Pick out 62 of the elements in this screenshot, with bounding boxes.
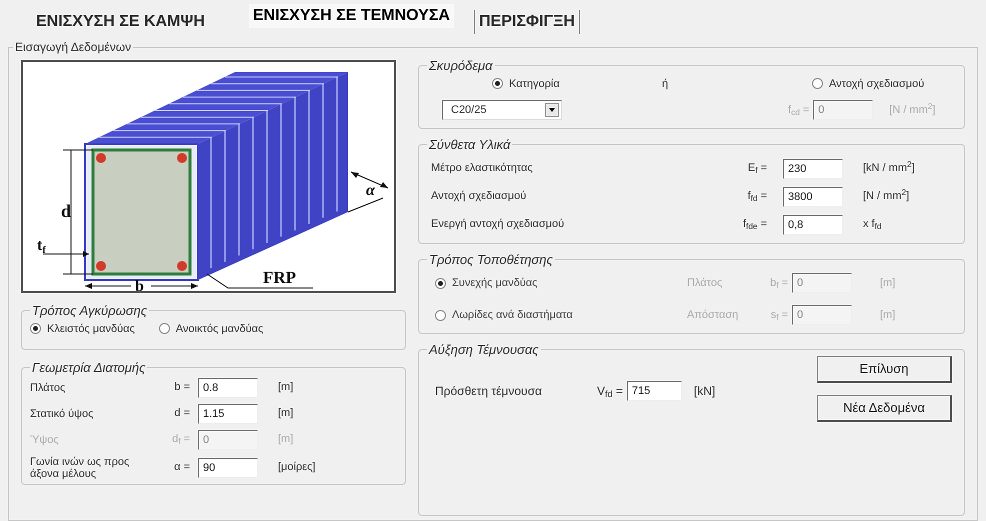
field-label: Αντοχή σχεδιασμού — [430, 189, 528, 204]
field-label: Μέτρο ελαστικότητας — [430, 161, 534, 176]
action-button[interactable]: Νέα Δεδομένα — [817, 394, 952, 422]
radio-option[interactable]: Αντοχή σχεδιασμού — [812, 76, 956, 92]
group-title: Γεωμετρία Διατομής — [31, 359, 146, 377]
group-title: Σύνθετα Υλικά — [428, 136, 512, 154]
unit-label: [kN / mm$^{2}$] — [863, 160, 915, 176]
action-button[interactable]: Επίλυση — [817, 356, 952, 382]
unit-label: [m] — [880, 308, 896, 323]
symbol-label: b$_{f}$ = — [769, 276, 788, 292]
group-title: Αύξηση Τέμνουσας — [428, 341, 540, 359]
thickness-label: t$_{f}$ — [37, 237, 46, 256]
field-label: Ενεργή αντοχή σχεδιασμού — [430, 217, 566, 232]
unit-label: [m] — [880, 276, 896, 291]
unit-label: [N / mm$^{2}$] — [863, 188, 910, 204]
input-field[interactable]: 715 — [626, 380, 682, 400]
symbol-label: E$_{f}$ = — [746, 161, 767, 177]
unit-label: [μοίρες] — [278, 460, 316, 476]
symbol-label: α = — [173, 460, 190, 476]
or-label: ή — [662, 76, 670, 92]
unit-label: [m] — [278, 380, 294, 396]
category-dropdown[interactable]: C20/25 — [442, 100, 562, 120]
unit-label: [m] — [278, 406, 294, 422]
symbol-label: d$_{f}$ = — [171, 432, 190, 448]
field-label: Στατικό ύψος — [30, 408, 94, 420]
field-label: Ύψος — [30, 434, 60, 446]
field-label: Πλάτος — [687, 276, 724, 291]
field-label: Απόσταση — [687, 308, 740, 323]
radio-option[interactable]: Κλειστός μανδύας — [30, 320, 135, 337]
field-label: Γωνία ινών ως προς άξονα μέλους — [30, 456, 130, 480]
input-field[interactable]: 0,8 — [783, 214, 843, 234]
tab[interactable]: ΠΕΡΙΣΦΙΓΞΗ — [474, 10, 580, 34]
height-label: d — [61, 201, 72, 221]
tab[interactable]: ΕΝΙΣΧΥΣΗ ΣΕ ΚΑΜΨΗ — [32, 10, 209, 34]
unit-label: [kN] — [694, 382, 716, 400]
symbol-label: f$_{fde}$ = — [742, 217, 767, 233]
width-label: b — [135, 278, 144, 291]
symbol-label: f$_{fd}$ = — [746, 189, 767, 205]
input-field[interactable]: 230 — [783, 158, 843, 178]
unit-label: [N / mm$^{2}$] — [889, 102, 936, 118]
angle-label: α — [366, 182, 375, 199]
symbol-label: s$_{f}$ = — [770, 308, 788, 324]
symbol-label: d = — [173, 406, 190, 422]
frame-title: Εισαγωγή Δεδομένων — [14, 39, 132, 56]
group-title: Σκυρόδεμα — [428, 57, 494, 75]
input-field[interactable]: 3800 — [783, 186, 843, 206]
field-label: Πρόσθετη τέμνουσα — [434, 382, 543, 400]
input-field[interactable]: 0.8 — [198, 378, 258, 398]
input-field[interactable]: 1.15 — [198, 404, 258, 424]
radio-option[interactable]: Ανοικτός μανδύας — [158, 320, 264, 337]
group-title: Τρόπος Αγκύρωσης — [31, 302, 148, 320]
tab[interactable]: ΕΝΙΣΧΥΣΗ ΣΕ ΤΕΜΝΟΥΣΑ — [248, 4, 454, 28]
symbol-label: f$_{cd}$ = — [788, 102, 810, 118]
radio-option[interactable]: Κατηγορία — [492, 76, 662, 92]
group-title: Τρόπος Τοποθέτησης — [428, 250, 554, 269]
symbol-label: b = — [173, 380, 190, 396]
unit-label: x f$_{fd}$ — [863, 217, 882, 233]
symbol-label: V$_{fd}$ = — [597, 382, 623, 400]
input-field[interactable]: 90 — [198, 458, 258, 478]
unit-label: [m] — [278, 432, 294, 448]
field-label: Πλάτος — [30, 382, 66, 394]
frp-label: FRP — [263, 268, 296, 287]
